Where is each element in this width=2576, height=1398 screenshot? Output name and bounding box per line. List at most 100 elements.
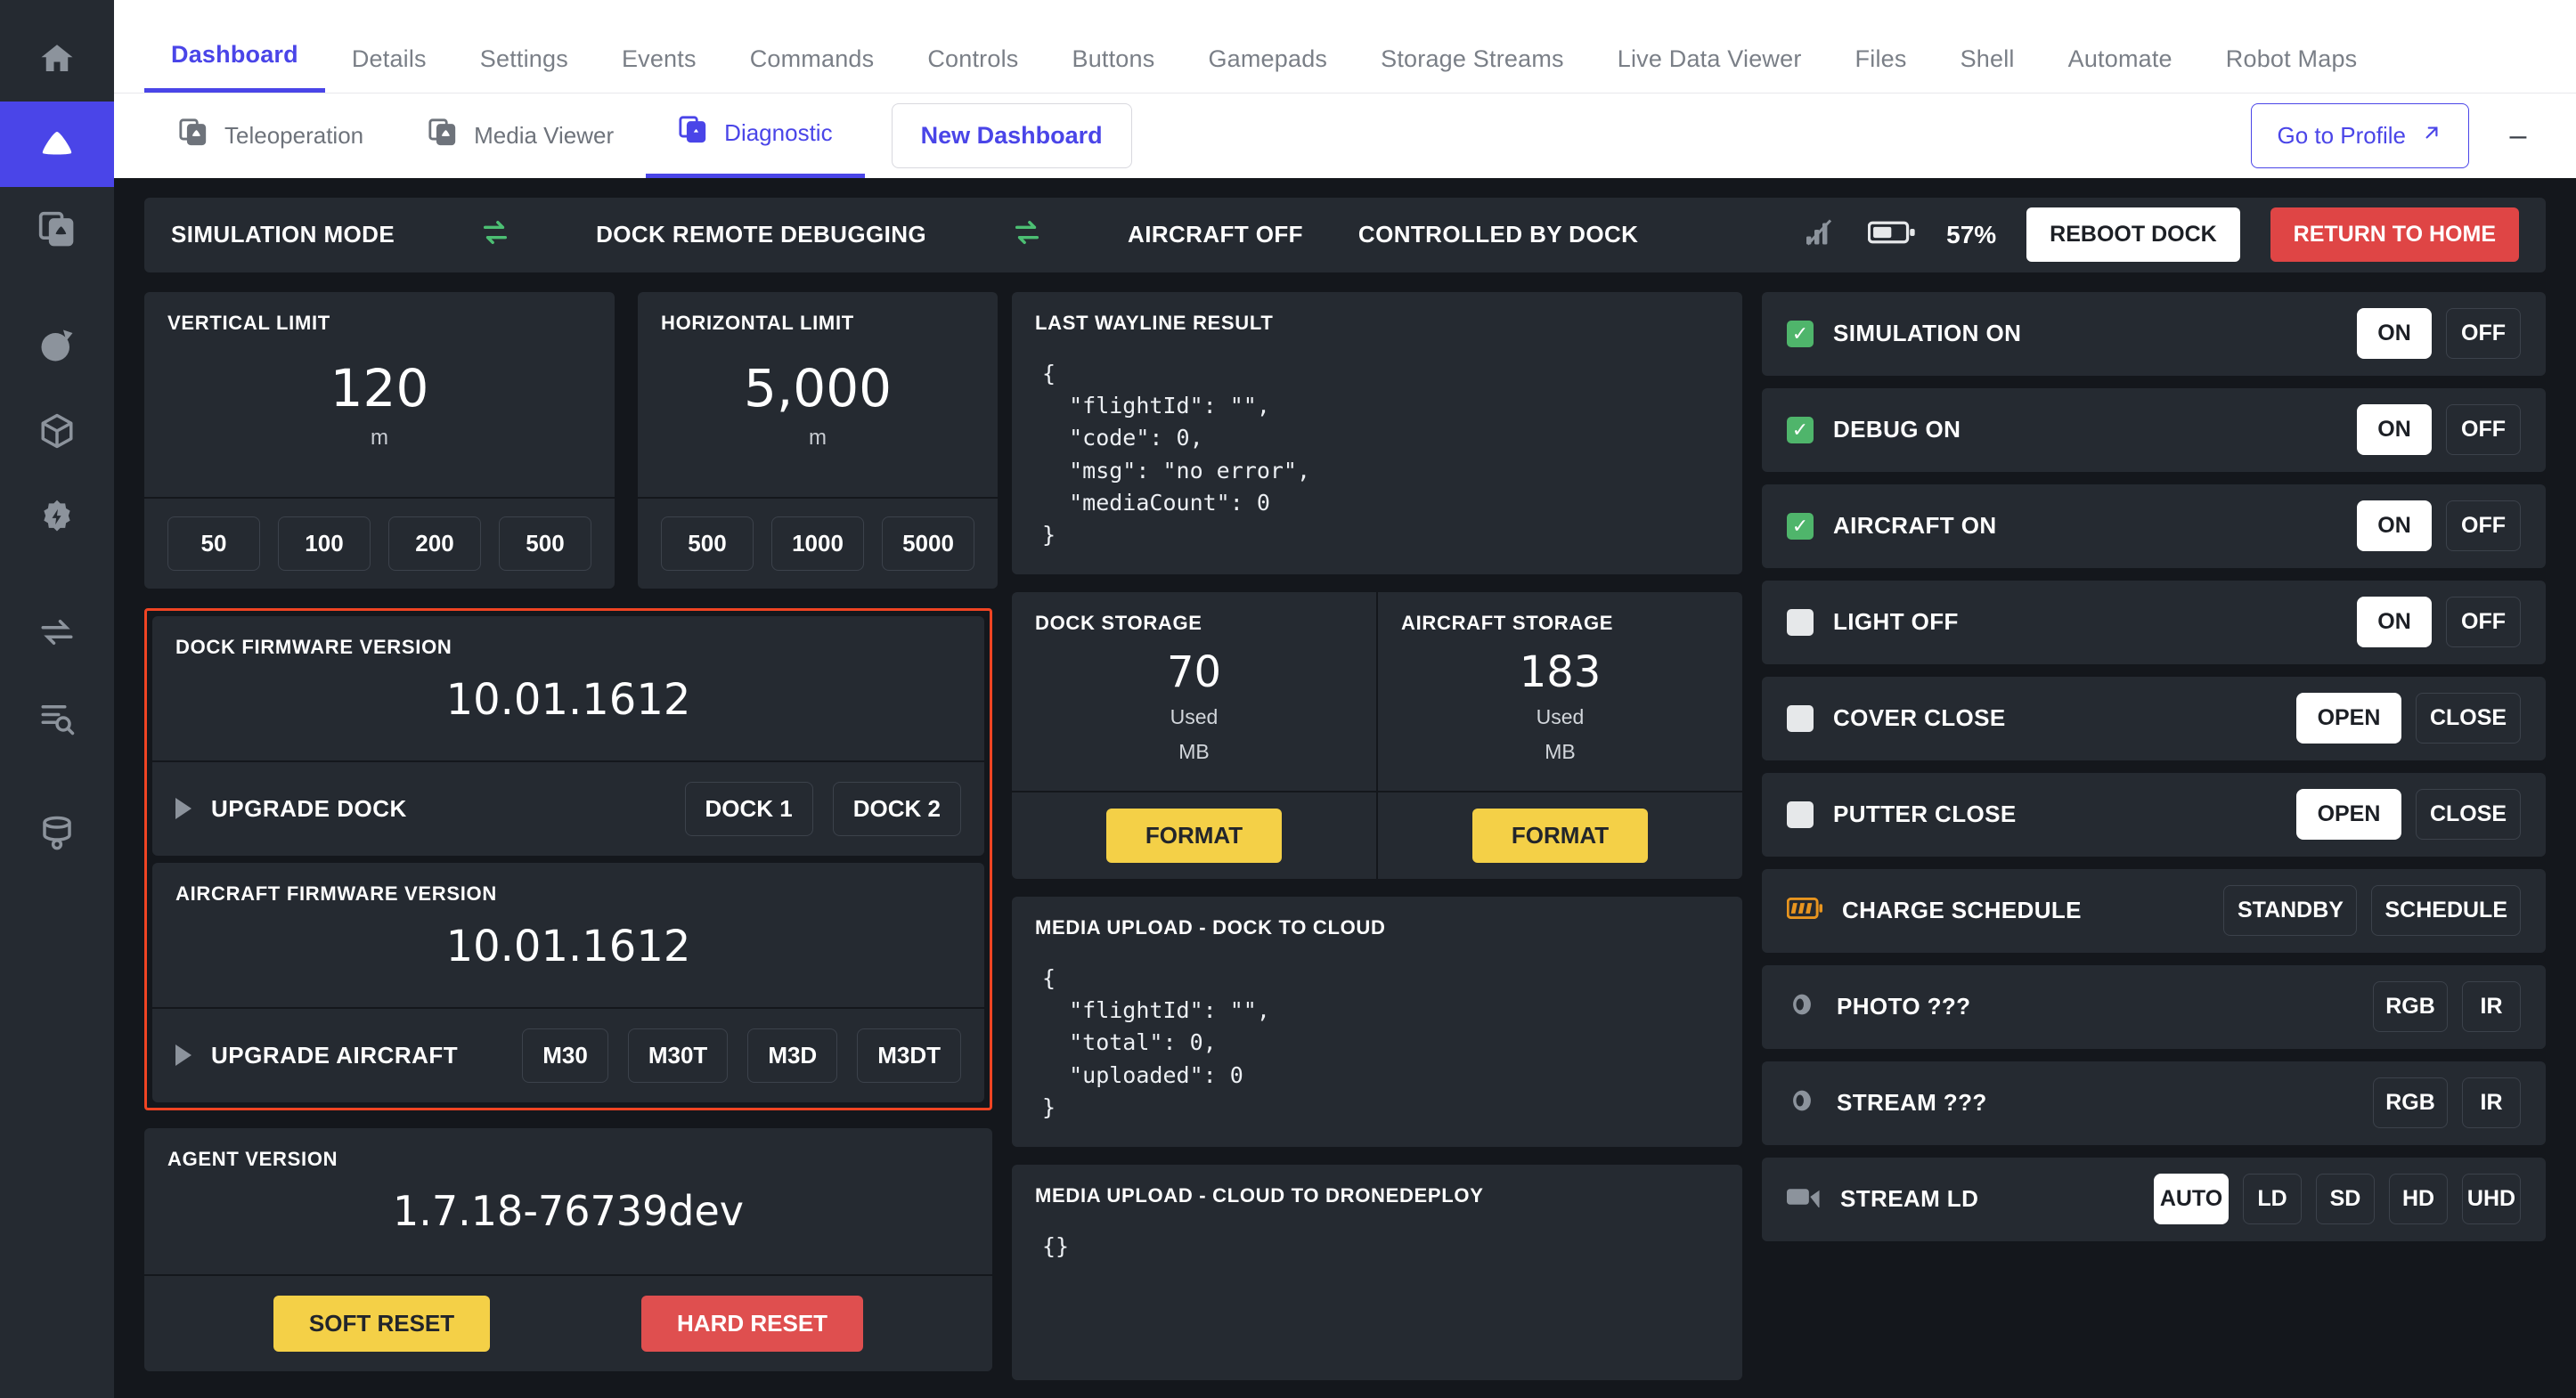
dock-1-button[interactable]: DOCK 1 xyxy=(684,781,813,836)
horizontal-limit-title: HORIZONTAL LIMIT xyxy=(661,311,854,334)
quality-hd-button[interactable]: HD xyxy=(2389,1174,2448,1225)
cover-open-button[interactable]: OPEN xyxy=(2296,693,2401,744)
sidebar-item-data-search[interactable] xyxy=(0,675,114,760)
sidebar-item-cube[interactable] xyxy=(0,388,114,474)
tab-commands[interactable]: Commands xyxy=(723,45,901,93)
upgrade-aircraft-row[interactable]: UPGRADE AIRCRAFT M30 M30T M3D M3DT xyxy=(152,1006,984,1102)
dock-2-button[interactable]: DOCK 2 xyxy=(832,781,961,836)
tab-automate[interactable]: Automate xyxy=(2042,45,2199,93)
m30-button[interactable]: M30 xyxy=(522,1028,608,1083)
subtab-teleoperation[interactable]: Teleoperation xyxy=(146,93,395,178)
status-bar-right: 57% REBOOT DOCK RETURN TO HOME xyxy=(1802,207,2519,263)
photo-ir-button[interactable]: IR xyxy=(2462,981,2521,1033)
putter-close-button[interactable]: CLOSE xyxy=(2416,789,2521,841)
schedule-button[interactable]: SCHEDULE xyxy=(2371,885,2521,937)
columns: VERTICAL LIMIT 120 m 50 100 200 500 HORI… xyxy=(144,291,2546,1398)
new-dashboard-button[interactable]: New Dashboard xyxy=(891,102,1132,168)
hard-reset-button[interactable]: HARD RESET xyxy=(641,1295,864,1352)
status-aircraft: AIRCRAFT OFF xyxy=(1128,221,1303,248)
dock-format-button[interactable]: FORMAT xyxy=(1105,808,1283,863)
video-camera-icon xyxy=(1787,1186,1821,1212)
tab-storage-streams[interactable]: Storage Streams xyxy=(1354,45,1591,93)
vertical-limit-title: VERTICAL LIMIT xyxy=(167,311,330,334)
vertical-preset-50[interactable]: 50 xyxy=(167,516,260,571)
row-putter: PUTTER CLOSE OPEN CLOSE xyxy=(1762,772,2546,857)
m3dt-button[interactable]: M3DT xyxy=(857,1028,961,1083)
cover-close-button[interactable]: CLOSE xyxy=(2416,693,2521,744)
sidebar-item-home[interactable] xyxy=(0,16,114,102)
sidebar-item-transfer[interactable] xyxy=(0,589,114,675)
m3d-button[interactable]: M3D xyxy=(747,1028,838,1083)
debug-on-button[interactable]: ON xyxy=(2357,404,2432,456)
photo-rgb-button[interactable]: RGB xyxy=(2373,981,2448,1033)
subbar-actions: Go to Profile – xyxy=(2251,102,2544,168)
return-to-home-button[interactable]: RETURN TO HOME xyxy=(2270,207,2519,263)
aircraft-checkbox[interactable]: ✓ xyxy=(1787,512,1814,540)
sidebar-item-settings[interactable] xyxy=(0,474,114,559)
debug-off-button[interactable]: OFF xyxy=(2446,404,2521,456)
vertical-preset-500[interactable]: 500 xyxy=(499,516,591,571)
triangle-right-icon[interactable] xyxy=(175,1044,192,1067)
simulation-off-button[interactable]: OFF xyxy=(2446,308,2521,360)
vertical-preset-200[interactable]: 200 xyxy=(388,516,481,571)
tab-buttons[interactable]: Buttons xyxy=(1045,45,1181,93)
simulation-checkbox[interactable]: ✓ xyxy=(1787,320,1814,347)
tab-controls[interactable]: Controls xyxy=(901,45,1045,93)
quality-auto-button[interactable]: AUTO xyxy=(2154,1174,2229,1225)
media-stack-icon xyxy=(37,210,77,249)
tab-shell[interactable]: Shell xyxy=(1934,45,2042,93)
tab-robot-maps[interactable]: Robot Maps xyxy=(2199,45,2384,93)
media-cloud-dd-json: {} xyxy=(1042,1233,1070,1260)
triangle-right-icon[interactable] xyxy=(175,798,192,820)
last-wayline-title: LAST WAYLINE RESULT xyxy=(1035,311,1274,334)
sidebar-item-globe[interactable] xyxy=(0,303,114,388)
sidebar-item-cloud[interactable] xyxy=(0,102,114,187)
vertical-preset-100[interactable]: 100 xyxy=(278,516,371,571)
tab-settings[interactable]: Settings xyxy=(453,45,595,93)
quality-sd-button[interactable]: SD xyxy=(2316,1174,2375,1225)
putter-checkbox[interactable] xyxy=(1787,801,1814,828)
globe-icon xyxy=(38,327,76,364)
tab-details[interactable]: Details xyxy=(325,45,453,93)
tab-gamepads[interactable]: Gamepads xyxy=(1181,45,1354,93)
tab-dashboard[interactable]: Dashboard xyxy=(144,41,325,93)
quality-ld-button[interactable]: LD xyxy=(2243,1174,2302,1225)
sidebar-item-database[interactable] xyxy=(0,791,114,876)
light-checkbox[interactable] xyxy=(1787,608,1814,636)
go-to-profile-button[interactable]: Go to Profile xyxy=(2251,102,2469,168)
light-off-button[interactable]: OFF xyxy=(2446,597,2521,648)
charge-schedule-label: CHARGE SCHEDULE xyxy=(1842,897,2082,924)
aircraft-format-button[interactable]: FORMAT xyxy=(1471,808,1649,863)
aircraft-off-button[interactable]: OFF xyxy=(2446,500,2521,552)
debug-checkbox[interactable]: ✓ xyxy=(1787,416,1814,443)
putter-open-button[interactable]: OPEN xyxy=(2296,789,2401,841)
subtab-media-viewer[interactable]: Media Viewer xyxy=(395,93,646,178)
simulation-on-button[interactable]: ON xyxy=(2357,308,2432,360)
m30t-button[interactable]: M30T xyxy=(627,1028,729,1083)
swap-arrows-icon-2[interactable] xyxy=(1012,217,1042,253)
minimize-button[interactable]: – xyxy=(2492,110,2544,161)
dock-firmware-value: 10.01.1612 xyxy=(445,674,691,725)
horizontal-preset-500[interactable]: 500 xyxy=(661,516,754,571)
sidebar-item-media[interactable] xyxy=(0,187,114,272)
dock-firmware-card: DOCK FIRMWARE VERSION 10.01.1612 UPGRADE… xyxy=(152,615,984,856)
quality-uhd-button[interactable]: UHD xyxy=(2462,1174,2521,1225)
soft-reset-button[interactable]: SOFT RESET xyxy=(273,1295,491,1352)
horizontal-preset-5000[interactable]: 5000 xyxy=(882,516,974,571)
dock-format-bar: FORMAT xyxy=(1012,790,1376,879)
tab-files[interactable]: Files xyxy=(1829,45,1934,93)
cover-checkbox[interactable] xyxy=(1787,704,1814,732)
stream-ir-button[interactable]: IR xyxy=(2462,1077,2521,1129)
stream-rgb-button[interactable]: RGB xyxy=(2373,1077,2448,1129)
aircraft-on-button[interactable]: ON xyxy=(2357,500,2432,552)
horizontal-preset-1000[interactable]: 1000 xyxy=(771,516,864,571)
swap-arrows-icon[interactable] xyxy=(480,217,510,253)
standby-button[interactable]: STANDBY xyxy=(2223,885,2358,937)
tab-live-data-viewer[interactable]: Live Data Viewer xyxy=(1591,45,1829,93)
light-on-button[interactable]: ON xyxy=(2357,597,2432,648)
subtab-diagnostic[interactable]: Diagnostic xyxy=(646,93,865,179)
upgrade-dock-row[interactable]: UPGRADE DOCK DOCK 1 DOCK 2 xyxy=(152,760,984,856)
aircraft-storage-used-label: Used xyxy=(1536,705,1585,729)
reboot-dock-button[interactable]: REBOOT DOCK xyxy=(2026,207,2240,263)
tab-events[interactable]: Events xyxy=(595,45,723,93)
